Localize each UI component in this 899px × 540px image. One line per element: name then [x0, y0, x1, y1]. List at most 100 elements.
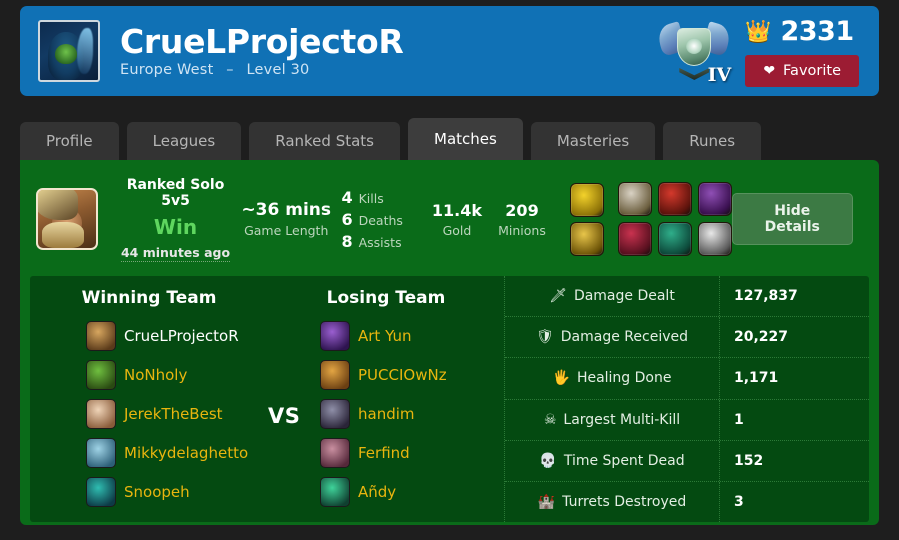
item-phantom-dancer-icon[interactable]: [617, 222, 652, 256]
assists-label: Assists: [358, 234, 402, 250]
spell-flash-icon[interactable]: [569, 182, 604, 217]
assists-value: 8: [341, 231, 353, 251]
hand-icon: 🖐: [552, 370, 570, 387]
team-player-row[interactable]: NoNholy: [86, 357, 268, 393]
team-player-row[interactable]: handim: [320, 396, 504, 432]
losing-team-list: Art Yun PUCCIOwNz handim Ferfind Añdy: [268, 318, 504, 510]
stat-label: Damage Dealt: [573, 288, 675, 305]
shield-icon: 🛡: [535, 329, 554, 346]
stat-row: 🖐 Healing Done 1,171: [505, 358, 869, 400]
match-mode-column: Ranked Solo 5v5 Win 44 minutes ago: [116, 177, 235, 262]
emblem-shield: [677, 28, 712, 66]
item-long-sword-icon[interactable]: [697, 182, 732, 216]
champion-icon-jhin: [320, 399, 350, 429]
team-player-row[interactable]: PUCCIOwNz: [320, 357, 504, 393]
spell-ghost-icon[interactable]: [569, 221, 604, 256]
page-title: CrueLProjectoR: [120, 21, 404, 61]
team-player-row[interactable]: Art Yun: [320, 318, 504, 354]
main-tabbar: Profile Leagues Ranked Stats Matches Mas…: [20, 118, 762, 160]
league-points-row: 👑 2331: [745, 15, 854, 47]
gold-column: 11.4k Gold: [427, 201, 486, 238]
tab-matches[interactable]: Matches: [408, 118, 523, 160]
item-ravenous-hydra-icon[interactable]: [657, 222, 692, 256]
player-name[interactable]: Mikkydelaghetto: [124, 444, 248, 462]
tab-label: Profile: [46, 132, 93, 150]
multikill-icon: ☠: [543, 411, 557, 428]
team-player-row[interactable]: Mikkydelaghetto: [86, 435, 268, 471]
champion-icon-tryndamere: [86, 321, 116, 351]
queue-type: Ranked Solo 5v5: [126, 176, 225, 209]
skull-icon: 💀: [539, 452, 557, 469]
player-name[interactable]: NoNholy: [124, 366, 187, 384]
match-stats-table: 🗡 Damage Dealt 127,837 🛡 Damage Received 20,2…: [504, 276, 869, 523]
deaths-row: 6 Deaths: [341, 210, 421, 229]
hide-details-button[interactable]: Hide Details: [731, 193, 854, 245]
tab-runes[interactable]: Runes: [663, 122, 762, 160]
player-name[interactable]: PUCCIOwNz: [358, 366, 447, 384]
deaths-value: 6: [341, 209, 353, 229]
summoner-avatar[interactable]: [38, 20, 100, 82]
team-player-row[interactable]: JerekTheBest: [86, 396, 268, 432]
stat-label: Time Spent Dead: [563, 452, 685, 469]
tab-profile[interactable]: Profile: [20, 122, 119, 160]
champion-icon-caitlyn: [320, 438, 350, 468]
minions-column: 209 Minions: [492, 201, 551, 238]
summoner-meta: Europe West – Level 30: [120, 62, 403, 78]
champion-portrait-icon[interactable]: [36, 188, 98, 250]
stat-value: 3: [734, 493, 744, 510]
turret-icon: 🏰: [537, 493, 556, 510]
champion-icon-garen: [320, 360, 350, 390]
assists-row: 8 Assists: [341, 232, 421, 251]
team-player-row[interactable]: Snoopeh: [86, 474, 268, 510]
player-name[interactable]: Ferfind: [358, 444, 410, 462]
champion-icon-sona: [86, 438, 116, 468]
match-summary-row: Ranked Solo 5v5 Win 44 minutes ago ~36 m…: [30, 170, 869, 268]
stat-value: 1,171: [734, 370, 779, 387]
tab-label: Masteries: [556, 132, 630, 150]
crown-icon: 👑: [745, 18, 772, 43]
champion-icon-thresh: [320, 477, 350, 507]
teams-section: Winning Team Losing Team CrueLProjectoR N…: [30, 276, 504, 522]
summoner-spells-group: [569, 182, 604, 256]
diamond-rank-emblem-icon: IV: [655, 18, 733, 86]
minions-label: Minions: [498, 222, 546, 238]
item-trinity-force-icon[interactable]: [617, 182, 652, 216]
player-name[interactable]: CrueLProjectoR: [124, 327, 239, 345]
favorite-button-label: Favorite: [783, 62, 841, 79]
champion-icon-thresh: [86, 477, 116, 507]
gold-label: Gold: [442, 222, 472, 238]
avatar-wisp-shape: [77, 28, 93, 74]
team-player-row[interactable]: Ferfind: [320, 435, 504, 471]
emblem-chevron: [679, 68, 710, 80]
stat-row: 🗡 Damage Dealt 127,837: [505, 276, 869, 318]
player-name[interactable]: handim: [358, 405, 415, 423]
tab-ranked-stats[interactable]: Ranked Stats: [249, 122, 400, 160]
losing-team-title: Losing Team: [326, 288, 446, 308]
summoner-name-block: CrueLProjectoR Europe West – Level 30: [120, 21, 404, 79]
league-points-value: 2331: [780, 15, 854, 47]
tab-masteries[interactable]: Masteries: [530, 122, 656, 160]
stat-value: 1: [734, 411, 744, 428]
item-infinity-edge-icon[interactable]: [697, 222, 732, 256]
kills-value: 4: [341, 187, 353, 207]
player-name[interactable]: Art Yun: [358, 327, 412, 345]
gold-value: 11.4k: [431, 200, 483, 220]
player-name[interactable]: Añdy: [358, 483, 396, 501]
stat-name-cell: ☠ Largest Multi-Kill: [505, 399, 720, 440]
tab-label: Ranked Stats: [275, 132, 374, 150]
sword-icon: 🗡: [549, 288, 567, 305]
tab-leagues[interactable]: Leagues: [126, 122, 242, 160]
stat-label: Damage Received: [560, 329, 688, 346]
stat-label: Turrets Destroyed: [562, 493, 687, 510]
player-name[interactable]: Snoopeh: [124, 483, 190, 501]
item-bloodthirster-icon[interactable]: [657, 182, 692, 216]
favorite-button[interactable]: ❤ Favorite: [745, 54, 859, 87]
player-name[interactable]: JerekTheBest: [124, 405, 223, 423]
summoner-header: CrueLProjectoR Europe West – Level 30 IV…: [20, 6, 879, 96]
stat-name-cell: 🛡 Damage Received: [505, 317, 720, 358]
team-player-row[interactable]: CrueLProjectoR: [86, 318, 268, 354]
summoner-profile-page: CrueLProjectoR Europe West – Level 30 IV…: [0, 0, 899, 540]
deaths-label: Deaths: [358, 212, 403, 228]
teams-headers: Winning Team Losing Team: [30, 288, 504, 308]
team-player-row[interactable]: Añdy: [320, 474, 504, 510]
